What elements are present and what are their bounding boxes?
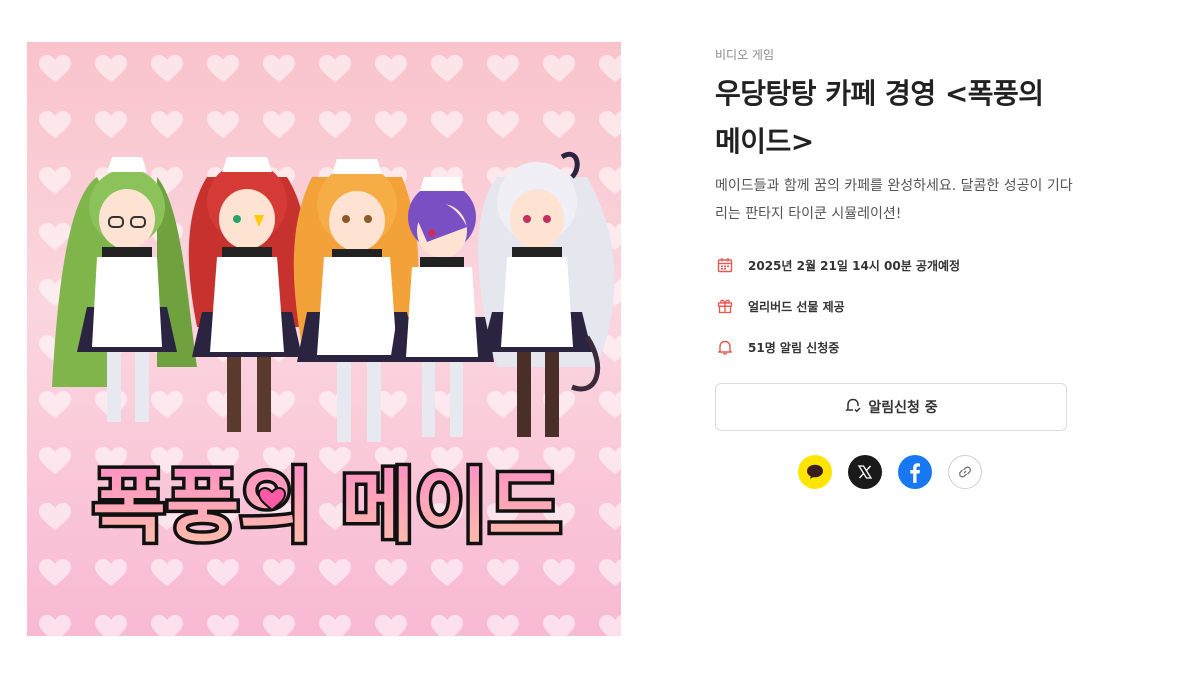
copy-link-button[interactable]: [948, 455, 982, 489]
bell-check-icon: [844, 396, 862, 418]
game-cover-image: 폭풍의 메이드: [27, 42, 621, 636]
share-buttons: [798, 455, 982, 489]
facebook-icon: [910, 463, 920, 483]
release-date-row: 2025년 2월 21일 14시 00분 공개예정: [715, 255, 960, 275]
notification-button-label: 알림신청 중: [868, 400, 938, 416]
product-description: 메이드들과 함께 꿈의 카페를 완성하세요. 달콤한 성공이 기다리는 판타지 …: [715, 178, 1073, 222]
cover-illustration: 폭풍의 메이드: [27, 42, 621, 636]
share-facebook-button[interactable]: [898, 455, 932, 489]
kakao-icon: [807, 464, 823, 479]
product-title: 우당탕탕 카페 경영 <폭풍의 메이드>: [715, 77, 1044, 158]
bell-icon: [715, 337, 735, 357]
alert-count-text: 51명 알림 신청중: [748, 340, 840, 355]
early-bird-gift-text: 얼리버드 선물 제공: [748, 299, 845, 314]
x-icon: [857, 465, 873, 479]
gift-icon: [715, 296, 735, 316]
share-kakao-button[interactable]: [798, 455, 832, 489]
release-date-text: 2025년 2월 21일 14시 00분 공개예정: [748, 258, 961, 273]
alert-count-row: 51명 알림 신청중: [715, 337, 839, 357]
early-bird-gift-row: 얼리버드 선물 제공: [715, 296, 845, 316]
notification-subscribed-button[interactable]: 알림신청 중: [715, 383, 1067, 431]
cover-logo: 폭풍의 메이드: [89, 457, 565, 557]
share-x-button[interactable]: [848, 455, 882, 489]
svg-text:폭풍의 메이드: 폭풍의 메이드: [92, 460, 561, 553]
link-icon: [959, 466, 971, 478]
calendar-icon: [715, 255, 735, 275]
product-category: 비디오 게임: [715, 48, 775, 62]
